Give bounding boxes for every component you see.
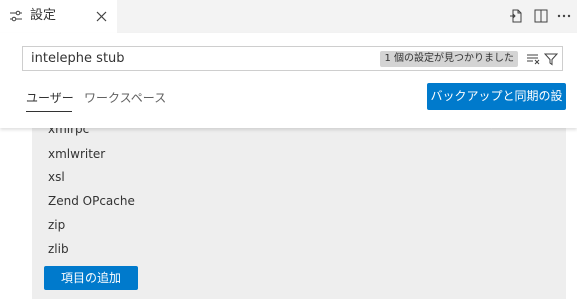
- search-input[interactable]: intelephe stub 1 個の設定が見つかりました: [22, 46, 563, 71]
- settings-sliders-icon: [9, 9, 23, 23]
- open-settings-json-icon[interactable]: [509, 8, 525, 24]
- settings-header: intelephe stub 1 個の設定が見つかりました ユーザー ワークスペ…: [0, 33, 577, 130]
- tab-user[interactable]: ユーザー: [26, 89, 74, 107]
- search-value: intelephe stub: [31, 51, 125, 66]
- list-item[interactable]: zip: [48, 217, 65, 233]
- tab-label: 設定: [30, 8, 57, 23]
- tab-bar: 設定: [0, 0, 577, 33]
- tab-settings[interactable]: 設定: [0, 0, 117, 33]
- list-item[interactable]: xsl: [48, 169, 65, 185]
- more-actions-icon[interactable]: [556, 8, 572, 24]
- tab-workspace[interactable]: ワークスペース: [84, 89, 166, 107]
- backup-sync-button[interactable]: バックアップと同期の設定: [427, 83, 566, 130]
- clear-filter-icon[interactable]: [526, 52, 540, 66]
- list-item[interactable]: xmlwriter: [48, 146, 105, 162]
- add-item-button[interactable]: 項目の追加: [44, 266, 138, 290]
- list-item[interactable]: zlib: [48, 241, 69, 257]
- setting-list: xmlrpc xmlwriter xsl Zend OPcache zip zl…: [32, 118, 566, 299]
- search-result-count: 1 個の設定が見つかりました: [380, 51, 518, 67]
- close-icon[interactable]: [95, 10, 108, 23]
- active-tab-indicator: [26, 111, 72, 112]
- split-editor-icon[interactable]: [533, 8, 549, 24]
- list-item[interactable]: Zend OPcache: [48, 193, 135, 209]
- filter-icon[interactable]: [544, 52, 558, 66]
